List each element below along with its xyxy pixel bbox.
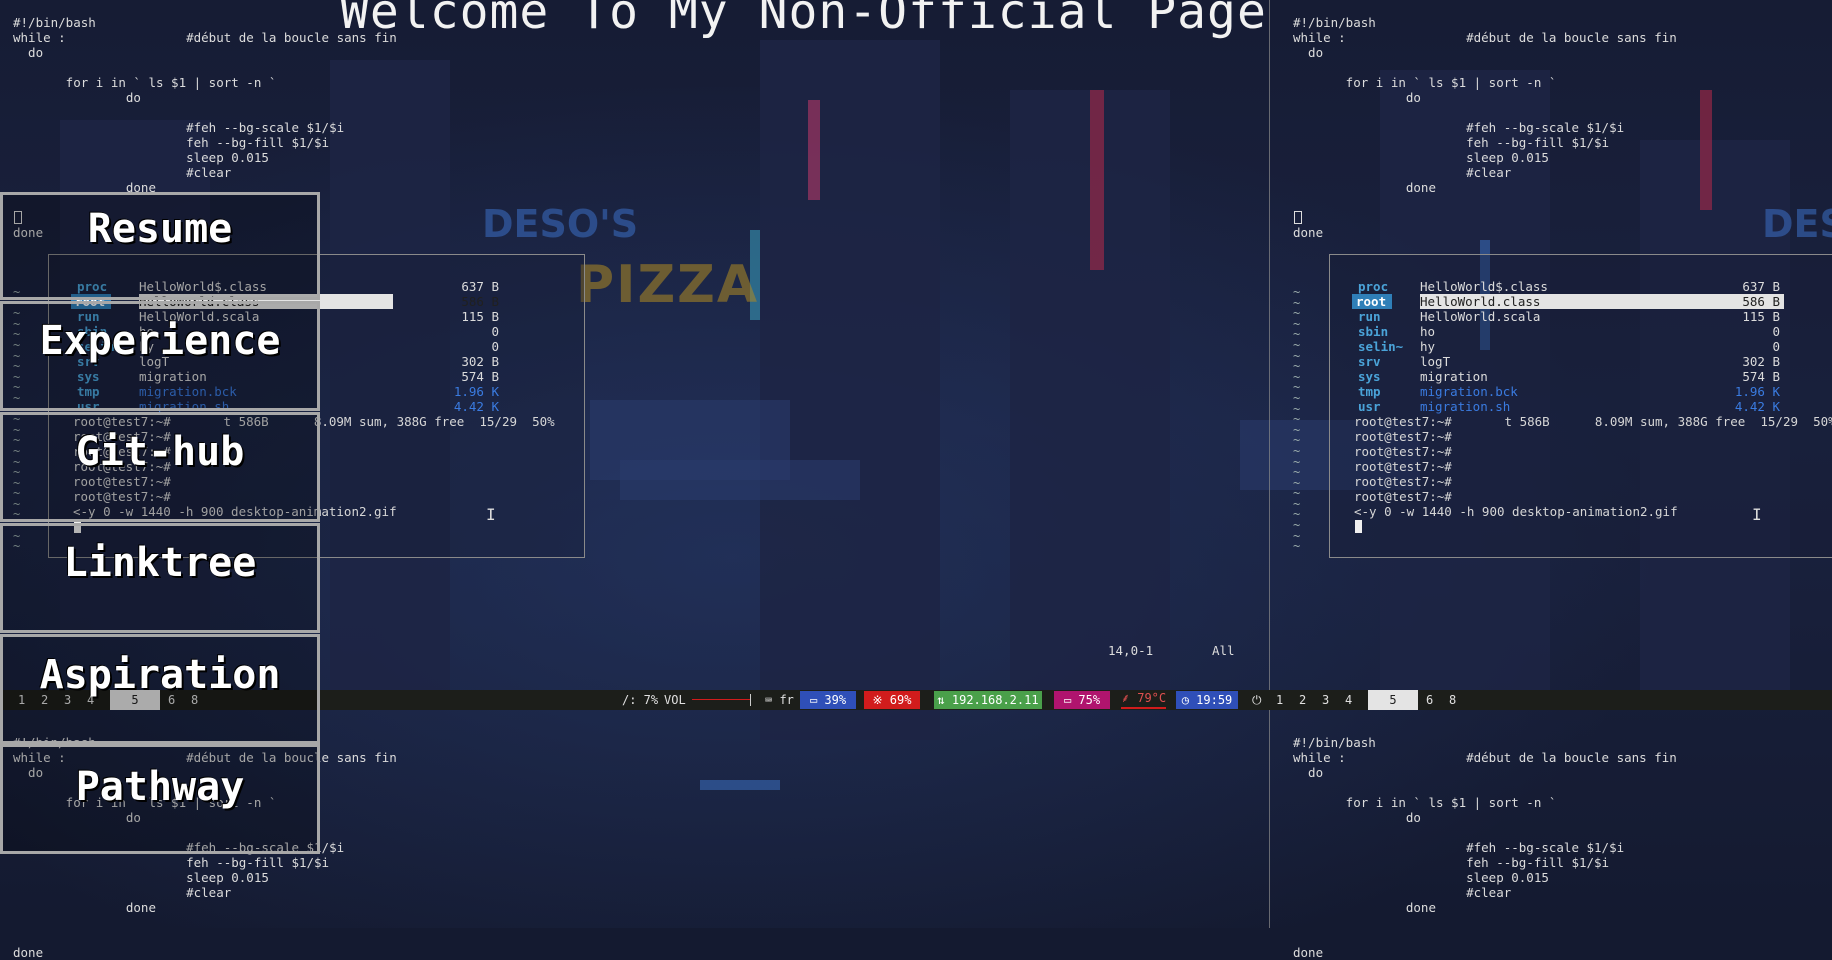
right-workspace-5[interactable]: 5 — [1368, 690, 1418, 710]
ranger-file-size: 1.96 K — [1734, 384, 1780, 399]
ranger-file-name[interactable]: migration — [1420, 369, 1488, 384]
ranger-file-size: 115 B — [1742, 309, 1780, 324]
cpu-badge: ▭ 39% — [800, 691, 856, 709]
ranger-file-size: 0 — [1772, 324, 1780, 339]
script-pane-bottom-right: #!/bin/bash while : #début de la boucle … — [1293, 735, 1677, 960]
ranger-file-size: 0 — [1772, 339, 1780, 354]
right-workspace-1[interactable]: 1 — [1276, 690, 1283, 710]
right-workspace-3[interactable]: 3 — [1322, 690, 1329, 710]
ranger-dir-label[interactable]: root — [1352, 294, 1393, 309]
ranger-entry[interactable]: srv logT 302 B — [1330, 354, 1832, 369]
deso-sign: DESO'S — [482, 202, 639, 246]
ranger-entry[interactable]: tmp migration.bck 1.96 K — [1330, 384, 1832, 399]
vim-cursor-box-icon — [1294, 211, 1302, 224]
nav-label-git-hub[interactable]: Git-hub — [0, 429, 320, 475]
right-workspace-2[interactable]: 2 — [1299, 690, 1306, 710]
volume-slider-end — [750, 694, 751, 706]
ranger-dir-label[interactable]: run — [1358, 309, 1381, 324]
nav-label-linktree[interactable]: Linktree — [0, 540, 320, 586]
ranger-entry[interactable]: run HelloWorld.scala 115 B — [1330, 309, 1832, 324]
clock-badge: ◷ 19:59 — [1176, 691, 1238, 709]
pizza-sign: PIZZA — [576, 255, 760, 315]
vim-scroll-indicator: All — [1212, 643, 1235, 658]
ranger-entry[interactable]: sbin ho 0 — [1330, 324, 1832, 339]
ranger-file-size: 302 B — [1742, 354, 1780, 369]
ranger-file-size: 637 B — [461, 279, 499, 294]
terminal-cursor — [1355, 520, 1362, 533]
ranger-file-size: 0 — [491, 324, 499, 339]
disk-usage: /: 7% — [622, 693, 659, 707]
ranger-file-size: 637 B — [1742, 279, 1780, 294]
ranger-file-size: 4.42 K — [1734, 399, 1780, 414]
volume-slider[interactable] — [692, 699, 750, 700]
pane-divider — [1269, 0, 1270, 928]
right-workspace-8[interactable]: 8 — [1449, 690, 1456, 710]
keyboard-layout: ⌨ fr — [765, 693, 794, 707]
text-cursor-icon: I — [1752, 505, 1762, 524]
terminal-prompt: root@test7:~# — [1354, 474, 1452, 489]
ranger-entry[interactable]: proc HelloWorld$.class 637 B — [1330, 279, 1832, 294]
ranger-entry[interactable]: usr migration.sh 4.42 K — [1330, 399, 1832, 414]
nav-label-pathway[interactable]: Pathway — [0, 764, 320, 810]
text-cursor-icon: I — [486, 505, 496, 524]
ranger-file-name[interactable]: migration.bck — [1420, 384, 1518, 399]
ranger-entry[interactable]: root HelloWorld.class 586 B — [1330, 294, 1832, 309]
terminal-prompt: root@test7:~# — [1354, 444, 1452, 459]
deso-sign-right: DESO' — [1762, 202, 1832, 246]
ranger-file-name[interactable]: HelloWorld.scala — [1420, 309, 1540, 324]
ranger-dir-label[interactable]: usr — [1358, 399, 1381, 414]
power-icon[interactable]: ⏻ — [1252, 690, 1262, 710]
ranger-file-size: 4.42 K — [453, 399, 499, 414]
ranger-file-size: 0 — [491, 339, 499, 354]
ranger-file-name[interactable]: migration.sh — [1420, 399, 1510, 414]
ranger-dir-label[interactable]: srv — [1358, 354, 1381, 369]
ranger-dir-label[interactable]: selin~ — [1358, 339, 1403, 354]
ranger-entry[interactable]: sys migration 574 B — [1330, 369, 1832, 384]
right-workspace-6[interactable]: 6 — [1426, 690, 1433, 710]
page-title: Welcome To My Non-Official Page — [340, 0, 1267, 40]
ranger-dir-label[interactable]: sys — [1358, 369, 1381, 384]
volume-label: VOL — [664, 693, 686, 707]
script-pane-top-right: #!/bin/bash while : #début de la boucle … — [1293, 15, 1677, 240]
nav-label-resume[interactable]: Resume — [0, 206, 320, 252]
ip-badge: ⇅ 192.168.2.11 — [934, 691, 1042, 709]
ranger-file-size: 574 B — [461, 369, 499, 384]
terminal-command-line: <-y 0 -w 1440 -h 900 desktop-animation2.… — [1354, 504, 1678, 519]
vim-cursor-position: 14,0-1 — [1108, 643, 1154, 658]
ranger-entry[interactable]: selin~ hy 0 — [1330, 339, 1832, 354]
ranger-file-name[interactable]: logT — [1420, 354, 1450, 369]
ranger-file-size: 586 B — [461, 294, 499, 309]
ranger-file-name[interactable]: ho — [1420, 324, 1435, 339]
terminal-prompt: root@test7:~# — [1354, 459, 1452, 474]
ranger-dir-label[interactable]: sbin — [1358, 324, 1388, 339]
nav-label-experience[interactable]: Experience — [0, 318, 320, 364]
ranger-dir-label[interactable]: proc — [1358, 279, 1388, 294]
temperature: ⸙ 79°C — [1121, 690, 1167, 709]
vim-empty-lines-right: ~ ~ ~ ~ ~ ~ ~ ~ ~ ~ ~ ~ ~ ~ ~ ~ ~ ~ ~ ~ … — [1293, 285, 1301, 554]
ranger-status-line: root@test7:~# t 586B 8.09M sum, 388G fre… — [1354, 414, 1832, 429]
terminal-prompt: root@test7:~# — [1354, 489, 1452, 504]
memory-badge: ※ 69% — [864, 691, 920, 709]
ranger-file-name[interactable]: hy — [1420, 339, 1435, 354]
ranger-file-size: 586 B — [1742, 294, 1780, 309]
terminal-prompt: root@test7:~# — [1354, 429, 1452, 444]
ranger-file-size: 115 B — [461, 309, 499, 324]
ranger-file-name[interactable]: HelloWorld$.class — [1420, 279, 1548, 294]
ranger-dir-label[interactable]: tmp — [1358, 384, 1381, 399]
ranger-file-size: 302 B — [461, 354, 499, 369]
battery-badge: ▭ 75% — [1054, 691, 1110, 709]
right-workspace-4[interactable]: 4 — [1345, 690, 1352, 710]
nav-label-aspiration[interactable]: Aspiration — [0, 652, 320, 698]
ranger-file-size: 574 B — [1742, 369, 1780, 384]
ranger-window-right[interactable]: proc HelloWorld$.class 637 Broot HelloWorld… — [1329, 254, 1832, 558]
ranger-file-size: 1.96 K — [453, 384, 499, 399]
